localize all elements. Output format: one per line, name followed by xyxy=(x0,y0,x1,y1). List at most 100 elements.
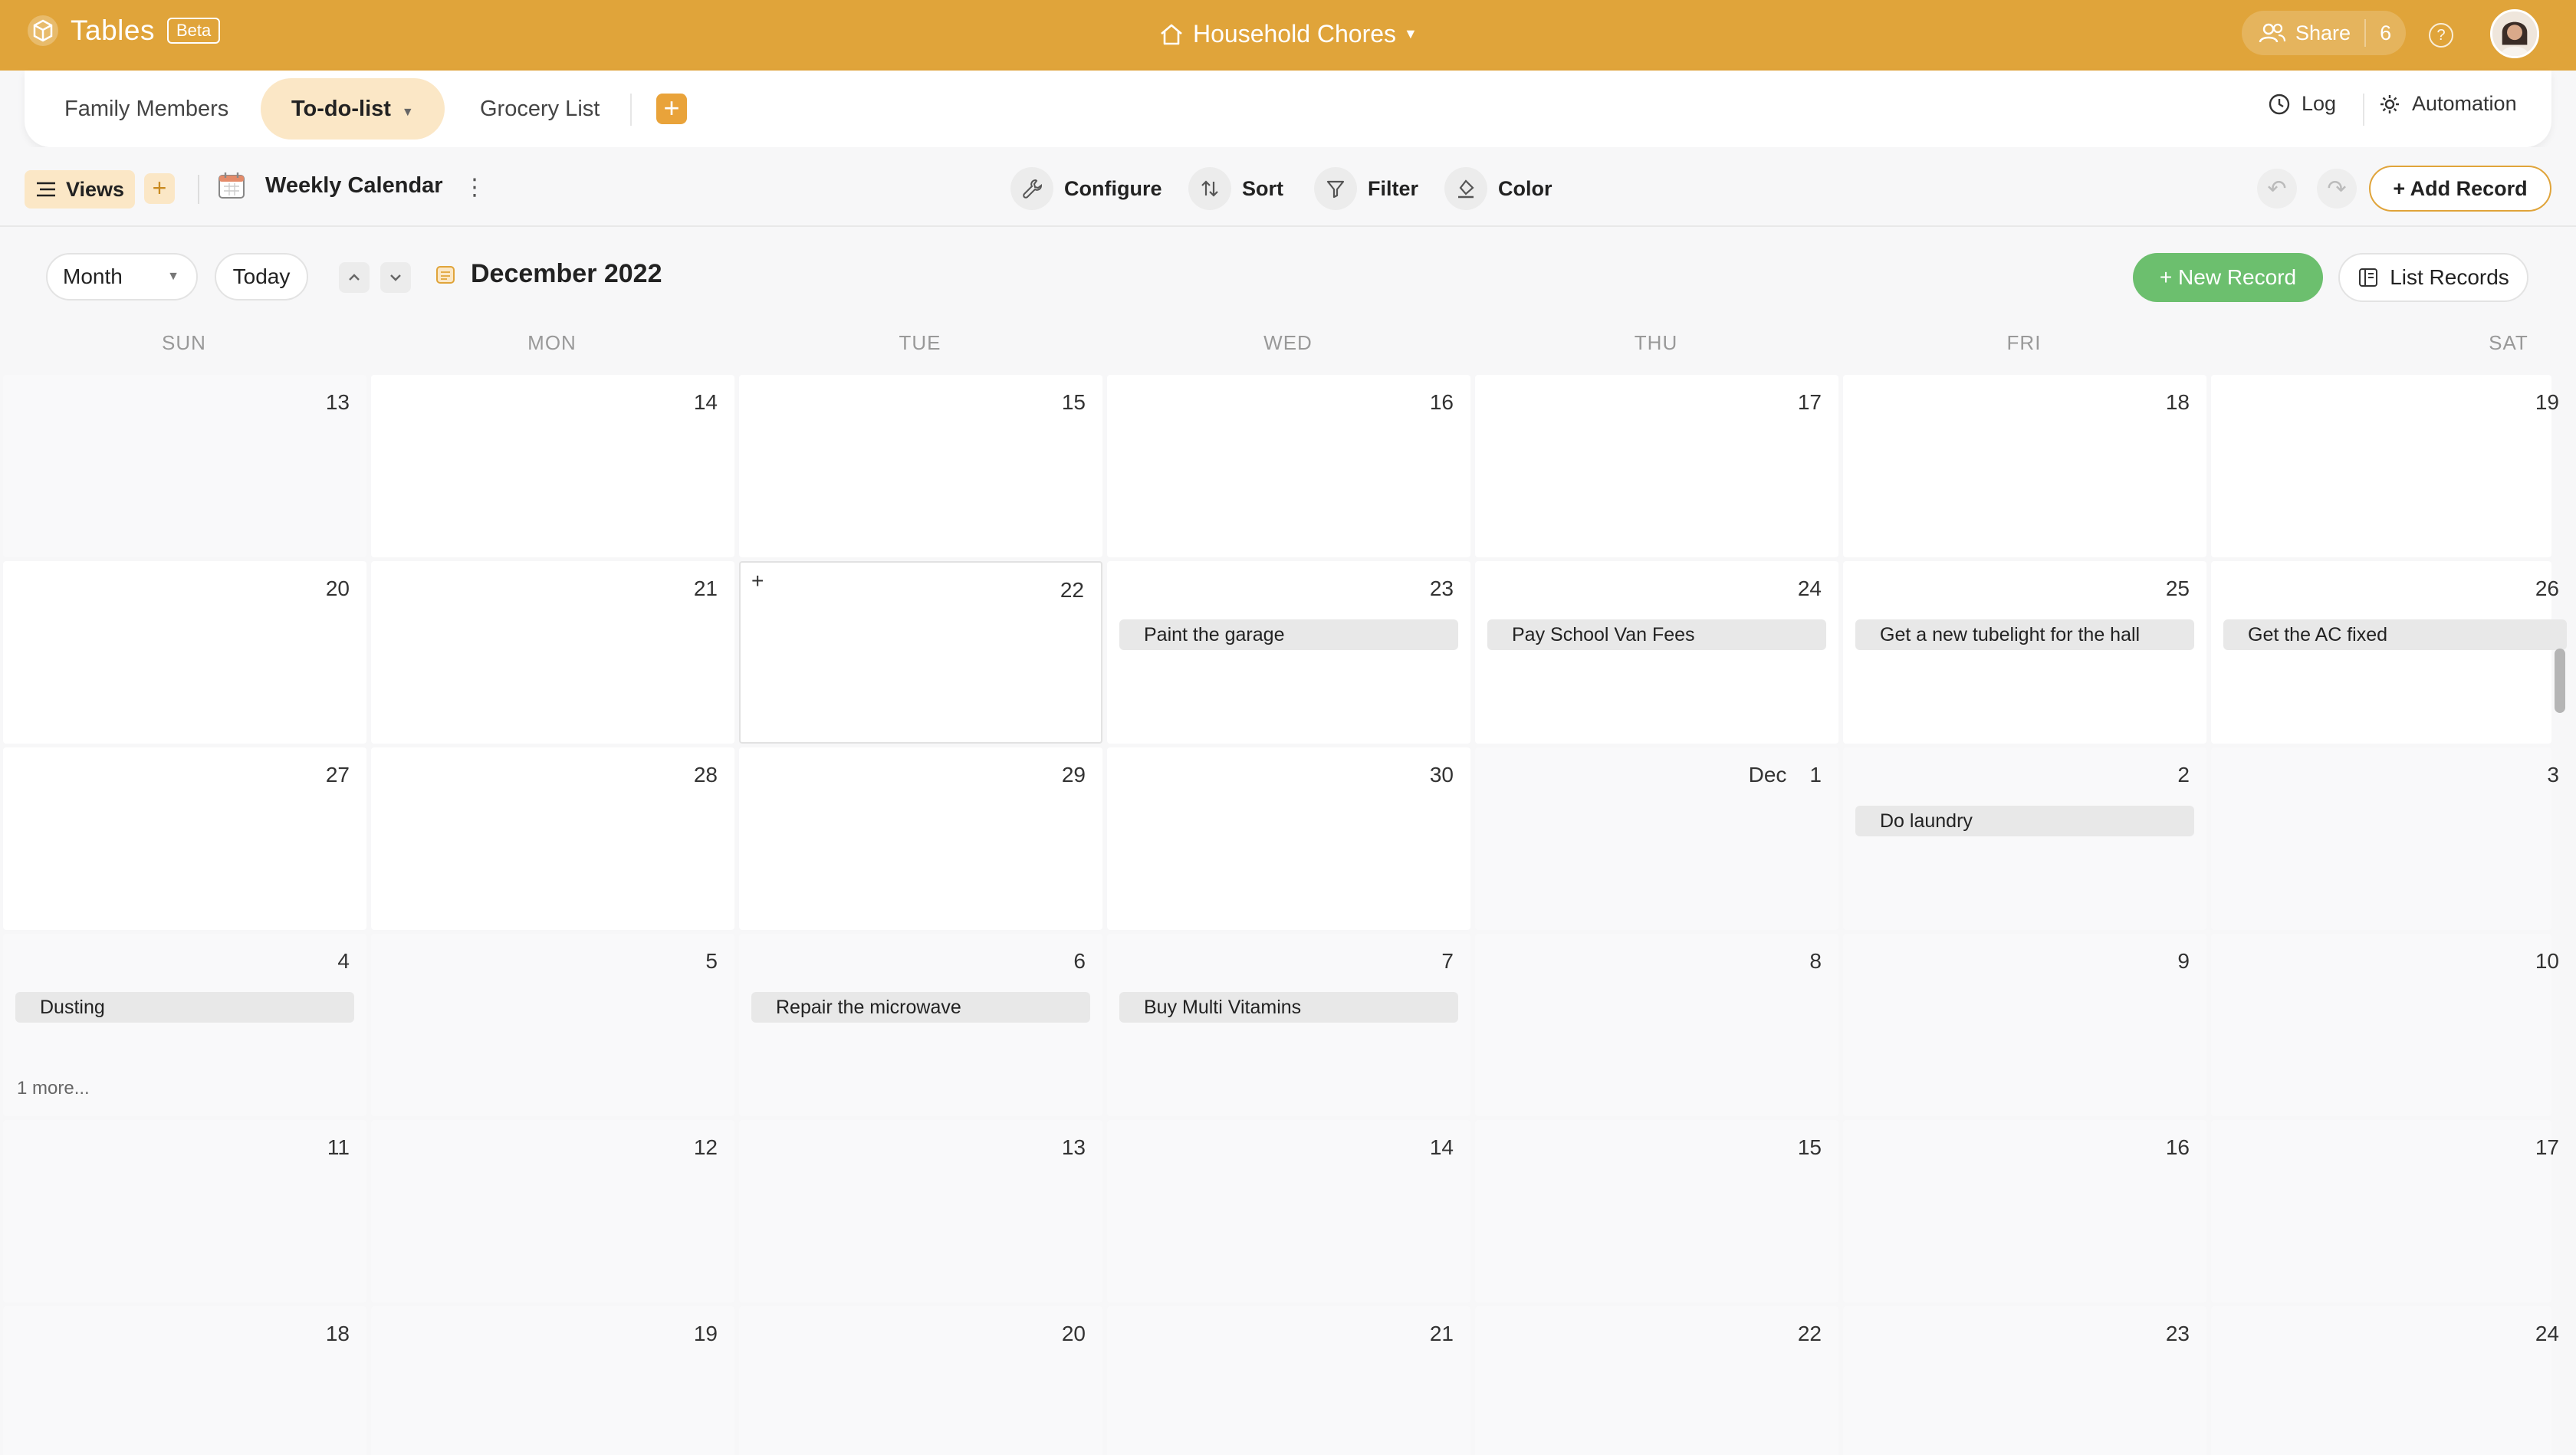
list-records-button[interactable]: List Records xyxy=(2338,253,2528,302)
calendar-day-cell[interactable]: 16 xyxy=(1843,1120,2206,1302)
day-number: 24 xyxy=(1798,576,1822,601)
tab-to-do-list[interactable]: To-do-list ▼ xyxy=(261,78,445,140)
day-number: 18 xyxy=(2166,390,2190,415)
day-number: 21 xyxy=(694,576,718,601)
previous-period-button[interactable] xyxy=(339,262,370,293)
calendar-day-cell[interactable]: 21 xyxy=(371,561,734,744)
views-button[interactable]: Views xyxy=(25,170,136,209)
calendar-day-cell[interactable]: 7 Buy Multi Vitamins xyxy=(1107,934,1470,1116)
calendar-day-cell[interactable]: 20 xyxy=(739,1306,1102,1455)
calendar-day-cell[interactable]: 15 xyxy=(739,375,1102,557)
current-month-title[interactable]: December 2022 xyxy=(434,259,662,289)
calendar-day-cell[interactable]: 2 Do laundry xyxy=(1843,747,2206,930)
calendar-day-cell[interactable]: 11 xyxy=(3,1120,366,1302)
filter-button[interactable]: Filter xyxy=(1314,167,1418,210)
sort-icon xyxy=(1201,180,1218,197)
calendar-day-cell[interactable]: 22 xyxy=(1475,1306,1838,1455)
calendar-day-cell[interactable]: 28 xyxy=(371,747,734,930)
configure-button[interactable]: Configure xyxy=(1010,167,1162,210)
day-number-value: 28 xyxy=(693,763,718,787)
help-icon[interactable]: ? xyxy=(2429,23,2453,48)
add-table-button[interactable]: + xyxy=(656,94,687,124)
calendar-day-cell[interactable]: 4 Dusting 1 more... xyxy=(3,934,366,1116)
share-button[interactable]: Share 6 xyxy=(2242,11,2406,55)
tool-icon-wrap xyxy=(1444,167,1487,210)
day-number-value: 1 xyxy=(1809,763,1822,787)
calendar-day-cell[interactable]: 9 xyxy=(1843,934,2206,1116)
calendar-day-cell[interactable]: 17 xyxy=(2211,1120,2559,1302)
calendar-mode-select[interactable]: Month ▼ xyxy=(46,253,198,301)
day-number-value: 24 xyxy=(1797,576,1822,600)
next-period-button[interactable] xyxy=(380,262,411,293)
calendar-event[interactable]: Do laundry xyxy=(1855,806,2194,836)
redo-icon[interactable]: ↷ xyxy=(2317,169,2357,209)
calendar-day-cell[interactable]: 18 xyxy=(3,1306,366,1455)
calendar-day-cell[interactable]: 13 xyxy=(3,375,366,557)
calendar-day-cell[interactable]: 8 xyxy=(1475,934,1838,1116)
home-icon xyxy=(1161,24,1182,44)
calendar-event[interactable]: Pay School Van Fees xyxy=(1487,619,1826,650)
calendar-day-cell[interactable]: 6 Repair the microwave xyxy=(739,934,1102,1116)
calendar-day-cell[interactable]: 3 xyxy=(2211,747,2559,930)
calendar-day-cell[interactable]: 14 xyxy=(1107,1120,1470,1302)
avatar[interactable] xyxy=(2490,9,2539,58)
calendar-day-cell[interactable]: 19 xyxy=(2211,375,2559,557)
calendar-day-cell[interactable]: 10 xyxy=(2211,934,2559,1116)
day-number-value: 16 xyxy=(1429,390,1454,414)
sort-button[interactable]: Sort xyxy=(1188,167,1283,210)
tab-family-members[interactable]: Family Members xyxy=(34,78,259,140)
add-record-button[interactable]: + Add Record xyxy=(2369,166,2551,212)
day-number: 28 xyxy=(694,763,718,787)
automation-button[interactable]: Automation xyxy=(2378,92,2517,116)
calendar-event[interactable]: Buy Multi Vitamins xyxy=(1119,992,1458,1023)
kebab-menu-icon[interactable]: ⋮ xyxy=(463,175,486,201)
calendar-event[interactable]: Repair the microwave xyxy=(751,992,1090,1023)
calendar-event[interactable]: Paint the garage xyxy=(1119,619,1458,650)
new-record-button[interactable]: + New Record xyxy=(2133,253,2323,302)
calendar-mode-value: Month xyxy=(63,264,123,288)
calendar-event[interactable]: Get the AC fixed xyxy=(2223,619,2567,650)
calendar-day-cell[interactable]: 5 xyxy=(371,934,734,1116)
calendar-day-cell[interactable]: 18 xyxy=(1843,375,2206,557)
calendar-day-cell[interactable]: 19 xyxy=(371,1306,734,1455)
calendar-day-cell[interactable]: 22 + xyxy=(739,561,1102,744)
today-button[interactable]: Today xyxy=(215,253,308,301)
more-events-link[interactable]: 1 more... xyxy=(17,1078,90,1099)
day-number-value: 18 xyxy=(2165,390,2190,414)
calendar-day-cell[interactable]: 12 xyxy=(371,1120,734,1302)
calendar-day-cell[interactable]: 15 xyxy=(1475,1120,1838,1302)
calendar-day-cell[interactable]: 24 Pay School Van Fees xyxy=(1475,561,1838,744)
calendar-day-cell[interactable]: 20 xyxy=(3,561,366,744)
day-number: 19 xyxy=(694,1322,718,1346)
calendar-day-cell[interactable]: 27 xyxy=(3,747,366,930)
calendar-day-cell[interactable]: 26 Get the AC fixed xyxy=(2211,561,2567,744)
log-button[interactable]: Log xyxy=(2268,92,2336,116)
day-number: 24 xyxy=(2535,1322,2559,1346)
undo-icon[interactable]: ↶ xyxy=(2257,169,2297,209)
vertical-scrollbar[interactable] xyxy=(2555,649,2565,713)
calendar-day-cell[interactable]: 21 xyxy=(1107,1306,1470,1455)
workspace-title[interactable]: Household Chores ▼ xyxy=(1158,20,1418,48)
calendar-day-cell[interactable]: 23 Paint the garage xyxy=(1107,561,1470,744)
day-number: 18 xyxy=(326,1322,350,1346)
share-divider xyxy=(2364,19,2367,47)
calendar-day-cell[interactable]: 17 xyxy=(1475,375,1838,557)
color-button[interactable]: Color xyxy=(1444,167,1552,210)
calendar-day-cell[interactable]: 14 xyxy=(371,375,734,557)
add-record-in-day-icon[interactable]: + xyxy=(751,569,764,593)
tab-grocery-list[interactable]: Grocery List xyxy=(449,78,630,140)
current-view[interactable]: Weekly Calendar xyxy=(216,170,443,201)
calendar-day-cell[interactable]: Dec 1 xyxy=(1475,747,1838,930)
calendar-day-cell[interactable]: 29 xyxy=(739,747,1102,930)
calendar-day-cell[interactable]: 23 xyxy=(1843,1306,2206,1455)
calendar-event[interactable]: Dusting xyxy=(15,992,354,1023)
brand[interactable]: Tables Beta xyxy=(26,14,221,48)
calendar-day-cell[interactable]: 25 Get a new tubelight for the hall xyxy=(1843,561,2206,744)
add-view-button[interactable]: + xyxy=(144,173,175,204)
calendar-day-cell[interactable]: 16 xyxy=(1107,375,1470,557)
calendar-day-cell[interactable]: 13 xyxy=(739,1120,1102,1302)
day-number: 22 xyxy=(1060,578,1084,603)
calendar-day-cell[interactable]: 30 xyxy=(1107,747,1470,930)
calendar-day-cell[interactable]: 24 xyxy=(2211,1306,2559,1455)
calendar-event[interactable]: Get a new tubelight for the hall xyxy=(1855,619,2194,650)
